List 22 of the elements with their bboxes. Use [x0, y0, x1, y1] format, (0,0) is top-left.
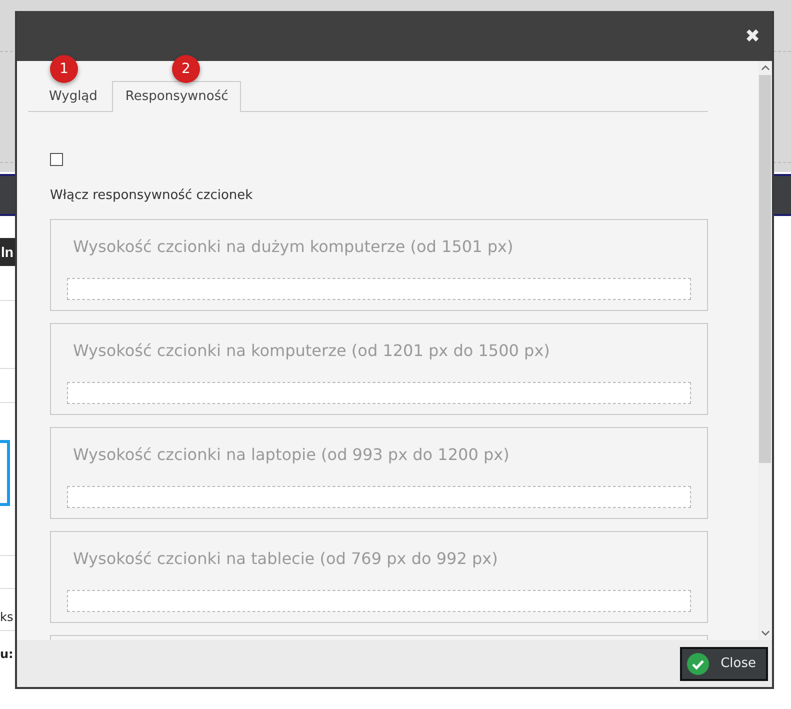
checkbox[interactable] [50, 153, 63, 166]
field-label: Wysokość czcionki na komputerze (od 1201 px do 1500 px) [73, 341, 551, 362]
page-text-fragment: u: [0, 647, 14, 661]
checkbox-label: Włącz responsywność czcionek [50, 188, 254, 203]
step-badge: 1 [50, 55, 78, 83]
close-button[interactable]: Close [680, 646, 768, 680]
tab[interactable]: Responsywność [112, 81, 242, 112]
scroll-down-icon[interactable] [760, 630, 770, 636]
field-label: Wysokość czcionki na tablecie (od 769 px do 992 px) [73, 549, 499, 570]
input-field[interactable] [67, 278, 691, 300]
page-text-fragment: ks [0, 610, 14, 624]
page-outlined-box [0, 440, 10, 506]
field-label: Wysokość czcionki na dużym komputerze (od 1501 px) [73, 237, 514, 258]
check-icon [686, 652, 709, 674]
page-text-fragment: ln [0, 244, 14, 260]
input-field[interactable] [67, 590, 691, 612]
field-label: Wysokość czcionki na laptopie (od 993 px do 1200 px) [73, 445, 510, 466]
tab[interactable]: Wygląd [28, 81, 112, 112]
input-field[interactable] [67, 486, 691, 508]
input-field[interactable] [67, 382, 691, 404]
scrollbar-thumb[interactable] [759, 75, 771, 463]
scroll-up-icon[interactable] [760, 65, 770, 71]
